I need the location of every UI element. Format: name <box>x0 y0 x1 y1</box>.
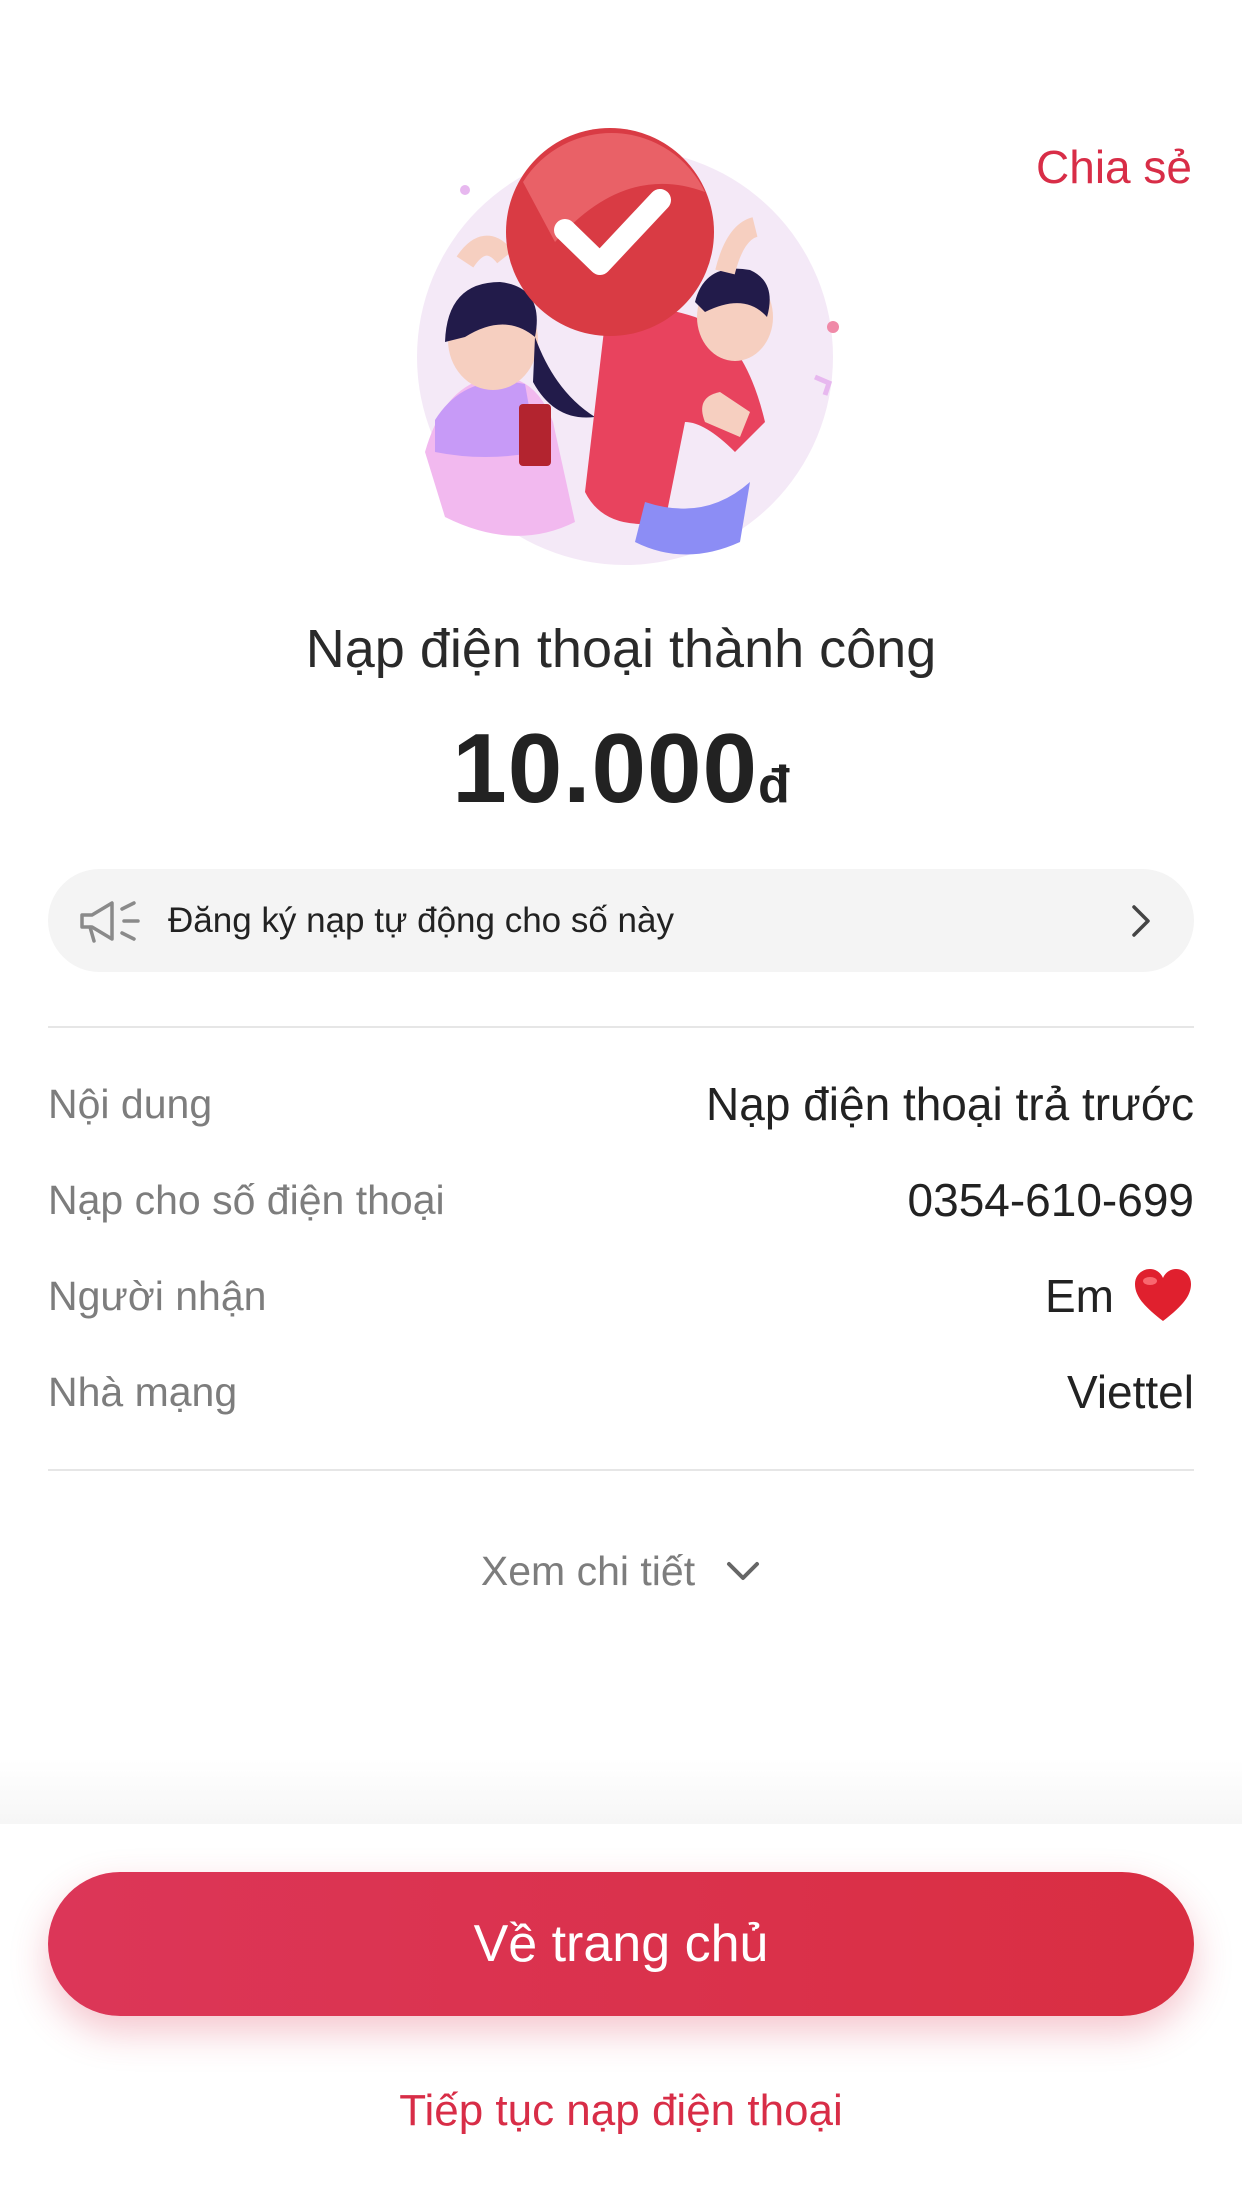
detail-row-recipient: Người nhận Em <box>48 1261 1194 1331</box>
success-illustration <box>417 128 839 565</box>
detail-value: Nạp điện thoại trả trước <box>706 1078 1194 1130</box>
detail-value: Viettel <box>1066 1366 1194 1418</box>
divider <box>48 1026 1194 1028</box>
detail-label: Nhà mạng <box>48 1368 238 1415</box>
detail-value-wrap: Em <box>1045 1267 1194 1325</box>
chevron-right-icon <box>1132 904 1150 937</box>
share-button[interactable]: Chia sẻ <box>1036 140 1192 194</box>
detail-row-phone: Nạp cho số điện thoại 0354-610-699 <box>48 1165 1194 1235</box>
detail-row-carrier: Nhà mạng Viettel <box>48 1357 1194 1427</box>
amount-display: 10.000đ <box>0 712 1242 825</box>
detail-row-content: Nội dung Nạp điện thoại trả trước <box>48 1069 1194 1139</box>
bottom-shadow <box>0 1760 1242 1824</box>
continue-topup-link[interactable]: Tiếp tục nạp điện thoại <box>0 2086 1242 2136</box>
see-details-toggle[interactable]: Xem chi tiết <box>0 1548 1242 1595</box>
chevron-down-icon <box>727 1561 760 1580</box>
auto-topup-text: Đăng ký nạp tự động cho số này <box>168 900 674 940</box>
detail-label: Nội dung <box>48 1080 213 1127</box>
detail-label: Người nhận <box>48 1272 267 1319</box>
divider <box>48 1469 1194 1471</box>
megaphone-icon <box>80 900 140 943</box>
see-details-label: Xem chi tiết <box>480 1548 696 1594</box>
result-title: Nạp điện thoại thành công <box>305 619 937 679</box>
heart-icon <box>1135 1269 1191 1321</box>
auto-topup-banner[interactable]: Đăng ký nạp tự động cho số này <box>48 869 1194 972</box>
amount-value: 10.000 <box>452 713 758 823</box>
currency-symbol: đ <box>757 756 790 814</box>
home-button[interactable]: Về trang chủ <box>48 1872 1194 2016</box>
detail-value: Em <box>1045 1270 1114 1322</box>
detail-value: 0354-610-699 <box>907 1174 1194 1226</box>
detail-label: Nạp cho số điện thoại <box>48 1176 445 1223</box>
